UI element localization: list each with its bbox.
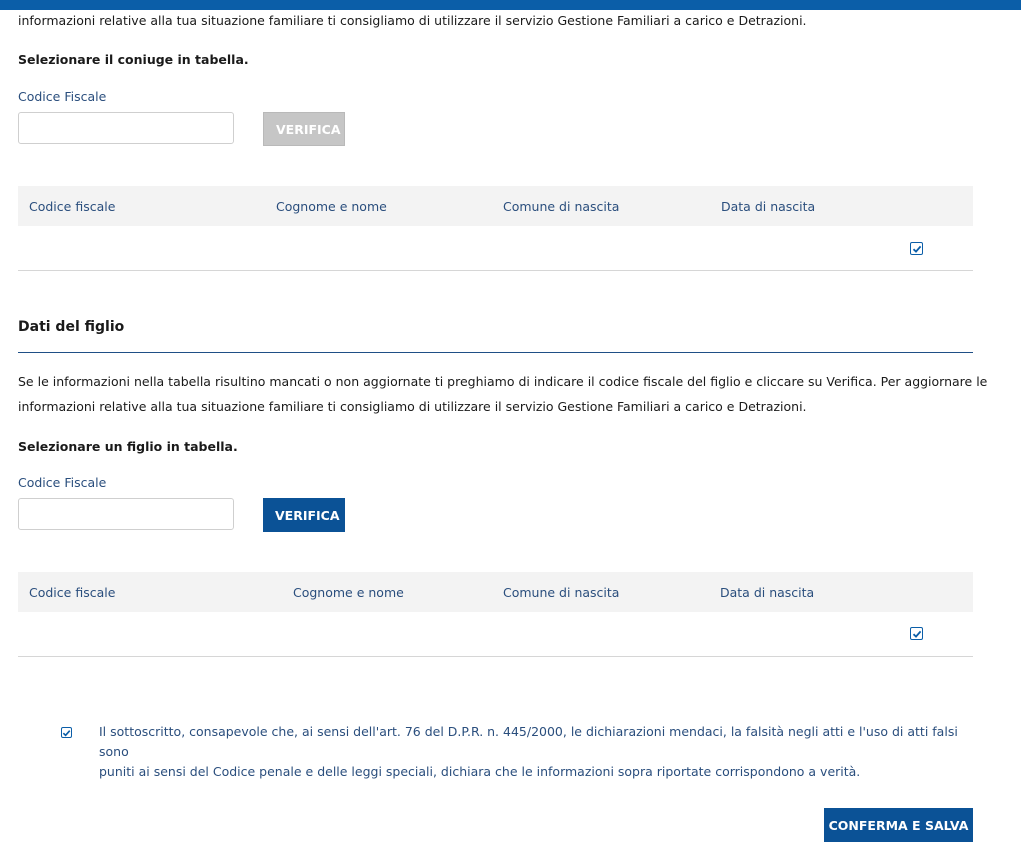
declaration-line2: puniti ai sensi del Codice penale e dell… (99, 764, 861, 779)
child-codice-fiscale-label: Codice Fiscale (18, 475, 107, 490)
spouse-row-checkbox[interactable] (910, 242, 923, 255)
child-header-codice-fiscale: Codice fiscale (29, 585, 116, 600)
child-select-prompt: Selezionare un figlio in tabella. (18, 439, 238, 454)
child-intro-line1: Se le informazioni nella tabella risulti… (18, 374, 988, 389)
section-divider (18, 352, 973, 353)
spouse-table-header: Codice fiscale Cognome e nome Comune di … (18, 186, 973, 226)
spouse-verify-button[interactable]: VERIFICA (263, 112, 345, 146)
child-header-data-nascita: Data di nascita (720, 585, 815, 600)
spouse-codice-fiscale-input[interactable] (18, 112, 234, 144)
declaration-line1: Il sottoscritto, consapevole che, ai sen… (99, 724, 958, 759)
child-table-header: Codice fiscale Cognome e nome Comune di … (18, 572, 973, 612)
spouse-select-prompt: Selezionare il coniuge in tabella. (18, 52, 249, 67)
child-section-title: Dati del figlio (18, 319, 125, 335)
spouse-intro-text: informazioni relative alla tua situazion… (18, 13, 807, 28)
declaration-text: Il sottoscritto, consapevole che, ai sen… (99, 722, 959, 782)
declaration-checkbox[interactable] (61, 727, 72, 738)
child-intro-line2: informazioni relative alla tua situazion… (18, 399, 807, 414)
child-table-row[interactable] (18, 612, 973, 657)
check-icon (912, 630, 921, 638)
child-header-cognome-nome: Cognome e nome (293, 585, 404, 600)
spouse-header-codice-fiscale: Codice fiscale (29, 199, 116, 214)
confirm-save-button[interactable]: CONFERMA E SALVA (824, 808, 973, 842)
check-icon (62, 729, 71, 737)
spouse-header-comune-nascita: Comune di nascita (503, 199, 620, 214)
child-row-checkbox[interactable] (910, 627, 923, 640)
spouse-codice-fiscale-label: Codice Fiscale (18, 89, 107, 104)
check-icon (912, 245, 921, 253)
spouse-header-cognome-nome: Cognome e nome (276, 199, 387, 214)
spouse-table-row[interactable] (18, 226, 973, 271)
child-verify-button[interactable]: VERIFICA (263, 498, 345, 532)
child-codice-fiscale-input[interactable] (18, 498, 234, 530)
spouse-header-data-nascita: Data di nascita (721, 199, 816, 214)
child-header-comune-nascita: Comune di nascita (503, 585, 620, 600)
